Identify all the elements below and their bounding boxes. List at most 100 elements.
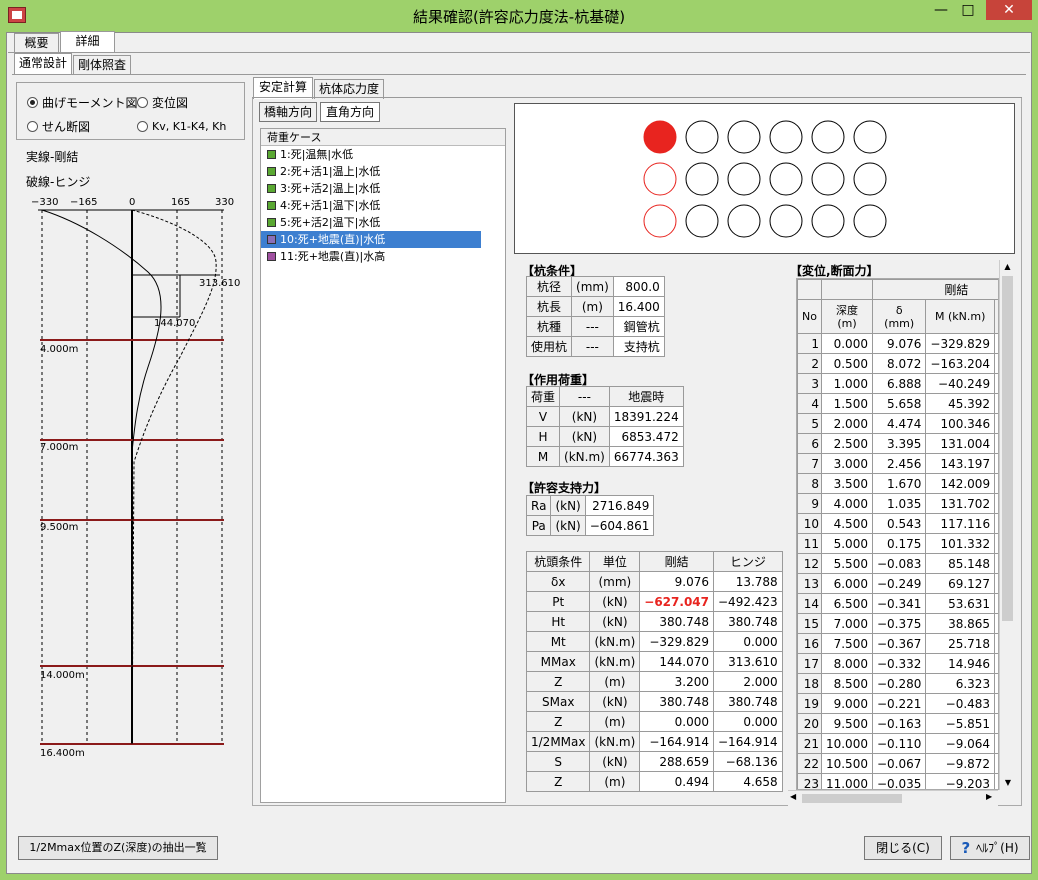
table-row: 20.5008.072−163.204287.5 [797, 353, 998, 374]
table-cell: (kN) [550, 495, 586, 516]
table-cell: (m) [571, 296, 614, 317]
table-cell: −0.483 [925, 693, 996, 714]
pile-layout-svg [643, 120, 887, 238]
table-cell: −9.872 [925, 753, 996, 774]
scroll-hthumb[interactable] [802, 794, 902, 803]
table-cell: 地震時 [608, 386, 684, 407]
tab-rigid-check[interactable]: 剛体照査 [73, 55, 131, 75]
horizontal-scrollbar[interactable]: ◀ ▶ [788, 790, 998, 806]
table-row: 104.5000.543117.116−30.6 [797, 513, 998, 534]
radio-shear[interactable]: せん断図 [27, 117, 90, 135]
table-cell: 3.395 [871, 433, 927, 454]
table-cell: 5.658 [871, 393, 927, 414]
table-cell: 5.000 [820, 533, 873, 554]
radio-dot [137, 96, 148, 108]
tab-detail[interactable]: 詳細 [60, 31, 115, 53]
table-cell: 0.000 [713, 631, 783, 652]
extract-button[interactable]: 1/2Mmax位置のZ(深度)の抽出一覧 [18, 836, 218, 860]
bridge-axis-button[interactable]: 橋軸方向 [259, 102, 317, 122]
radio-displacement[interactable]: 変位図 [137, 93, 188, 111]
case-color-swatch [267, 218, 276, 227]
case-list-header: 荷重ケース [261, 129, 505, 146]
table-header: 杭頭条件 単位 剛結 ヒンジ [525, 551, 783, 572]
minimize-button[interactable]: — [928, 0, 954, 20]
vertical-scrollbar[interactable]: ▲ ▼ [999, 260, 1015, 790]
table-row: 157.000−0.37538.865−28.7 [797, 613, 998, 634]
table-cell: 4.500 [820, 513, 873, 534]
tab-divider [8, 52, 1030, 53]
table-cell: −604.861 [584, 515, 655, 536]
perpendicular-button[interactable]: 直角方向 [320, 102, 380, 122]
pile-layout [514, 103, 1015, 254]
allow-table: Ra (kN) 2716.849 Pa (kN) −604.861 [525, 495, 655, 536]
disp-table: 剛結No深度 (m)δ (mm)M (kN.m)S (k10.0009.076−… [797, 279, 998, 789]
table-row: 杭種 --- 鋼管杭 [525, 316, 665, 337]
moment-diagram: −330 −165 0 165 330 4.000m 7.000m 9.500m… [31, 197, 240, 759]
table-cell: 9.076 [639, 571, 714, 592]
table-cell: 2716.849 [584, 495, 655, 516]
maximize-button[interactable]: □ [955, 0, 981, 20]
case-item[interactable]: 4:死+活1|温下|水低 [261, 197, 505, 214]
table-cell: 3.000 [820, 453, 873, 474]
scroll-up-icon[interactable]: ▲ [1000, 260, 1015, 274]
radio-label: せん断図 [42, 119, 91, 134]
table-row: 2110.000−0.110−9.064−3.6 [797, 733, 998, 754]
case-item[interactable]: 11:死+地震(直)|水高 [261, 248, 505, 265]
table-cell: (kN) [589, 751, 641, 772]
case-item[interactable]: 1:死|温無|水低 [261, 146, 505, 163]
radio-dot-on [27, 96, 38, 108]
table-row: Z (m) 0.494 4.658 [525, 771, 783, 792]
scroll-left-icon[interactable]: ◀ [790, 792, 796, 801]
table-cell: 7.000 [820, 613, 873, 634]
table-cell: 6 [797, 433, 822, 454]
table-cell: 8.000 [820, 653, 873, 674]
scroll-right-icon[interactable]: ▶ [986, 792, 992, 801]
table-row: Pa (kN) −604.861 [525, 515, 655, 536]
tab-overview[interactable]: 概要 [14, 33, 59, 53]
case-item[interactable]: 10:死+地震(直)|水低 [261, 231, 481, 248]
tab-stability[interactable]: 安定計算 [253, 77, 313, 99]
table-cell: −329.829 [925, 333, 996, 354]
table-row: H (kN) 6853.472 [525, 426, 684, 447]
table-cell: 6853.472 [608, 426, 684, 447]
table-cell: 5.500 [820, 553, 873, 574]
close-window-button[interactable]: ✕ [986, 0, 1032, 20]
scroll-down-icon[interactable]: ▼ [1000, 776, 1016, 790]
table-cell: 0.000 [713, 711, 783, 732]
table-cell: Mt [525, 631, 591, 652]
close-button[interactable]: 閉じる(C) [864, 836, 942, 860]
scroll-thumb[interactable] [1002, 276, 1013, 621]
table-cell: −0.367 [871, 633, 927, 654]
table-cell: −329.829 [639, 631, 714, 652]
table-cell: (m) [589, 771, 641, 792]
table-cell: 10.500 [820, 753, 873, 774]
table-cell: 38.865 [925, 613, 996, 634]
radio-kv[interactable]: Kv, K1-K4, Kh [137, 117, 226, 135]
radio-moment[interactable]: 曲げモーメント図 [27, 93, 138, 111]
tab-pile-stress[interactable]: 杭体応力度 [314, 79, 384, 99]
pile-cond-table: 杭径 (mm) 800.0 杭長 (m) 16.400 杭種 --- 鋼管杭 使用杭 --- 支持杭 [525, 276, 665, 357]
case-item[interactable]: 3:死+活2|温上|水低 [261, 180, 505, 197]
case-item[interactable]: 5:死+活2|温下|水低 [261, 214, 505, 231]
table-row: 2311.000−0.035−9.2032.3 [797, 773, 998, 789]
table-row: 使用杭 --- 支持杭 [525, 336, 665, 357]
table-row: 167.500−0.36725.718−23.8 [797, 633, 998, 654]
table-cell: 131.702 [925, 493, 996, 514]
value-label: 144.070 [154, 318, 195, 329]
axis-tick: −165 [70, 197, 97, 208]
table-cell: 16.400 [612, 296, 665, 317]
help-button[interactable]: ? ﾍﾙﾌﾟ(H) [950, 836, 1030, 860]
table-cell: 使用杭 [525, 336, 573, 357]
table-cell: (kN.m) [589, 651, 641, 672]
table-cell: --- [559, 386, 610, 407]
tab-normal-design[interactable]: 通常設計 [14, 53, 72, 75]
table-cell: 380.748 [639, 691, 714, 712]
table-row: 209.500−0.163−5.851−9.5 [797, 713, 998, 734]
depth-label: 4.000m [40, 344, 78, 355]
table-cell: 7.500 [820, 633, 873, 654]
radio-dot [137, 120, 148, 132]
case-item[interactable]: 2:死+活1|温上|水低 [261, 163, 505, 180]
table-cell: 800.0 [612, 276, 665, 297]
table-cell: −164.914 [639, 731, 714, 752]
table-cell: (mm) [571, 276, 614, 297]
